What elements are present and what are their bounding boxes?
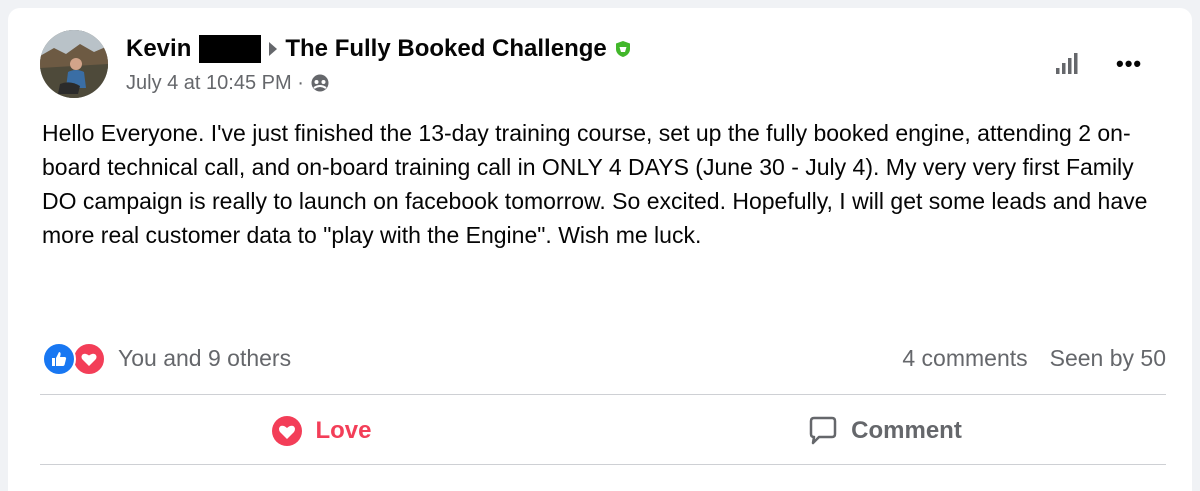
reaction-summary[interactable]: You and 9 others xyxy=(42,341,291,376)
shield-badge-icon xyxy=(615,41,630,57)
divider-bottom xyxy=(40,464,1166,465)
post-timestamp[interactable]: July 4 at 10:45 PM · xyxy=(126,72,304,95)
love-label: Love xyxy=(315,417,372,444)
reactions-text[interactable]: You and 9 others xyxy=(118,345,291,372)
heart-icon xyxy=(271,415,303,447)
engagement-counts: 4 comments Seen by 50 xyxy=(902,341,1166,375)
love-reaction-icon xyxy=(72,342,106,376)
comment-button[interactable]: Comment xyxy=(603,404,1166,458)
group-name[interactable]: The Fully Booked Challenge xyxy=(285,35,606,63)
insights-icon[interactable] xyxy=(1054,52,1084,76)
reaction-icons xyxy=(42,342,108,376)
post-body: Hello Everyone. I've just finished the 1… xyxy=(42,120,1148,248)
comments-count[interactable]: 4 comments xyxy=(902,345,1027,372)
comment-icon xyxy=(807,415,839,447)
post-header: Kevin The Fully Booked Challenge xyxy=(126,34,631,64)
divider-top xyxy=(40,394,1166,395)
author-name[interactable]: Kevin xyxy=(126,35,191,63)
caret-right-icon xyxy=(269,42,278,56)
redaction-box xyxy=(199,35,262,63)
group-privacy-icon xyxy=(311,74,329,92)
post-meta: July 4 at 10:45 PM · xyxy=(126,70,330,96)
post-card: Kevin The Fully Booked Challenge July 4 … xyxy=(8,8,1192,491)
action-bar: Love Comment xyxy=(40,404,1166,458)
more-options-icon[interactable]: ••• xyxy=(1116,53,1156,75)
comment-label: Comment xyxy=(851,417,962,444)
love-button[interactable]: Love xyxy=(40,404,603,458)
like-reaction-icon xyxy=(42,342,76,376)
author-avatar[interactable] xyxy=(40,30,108,98)
seen-by-count[interactable]: Seen by 50 xyxy=(1050,345,1166,372)
